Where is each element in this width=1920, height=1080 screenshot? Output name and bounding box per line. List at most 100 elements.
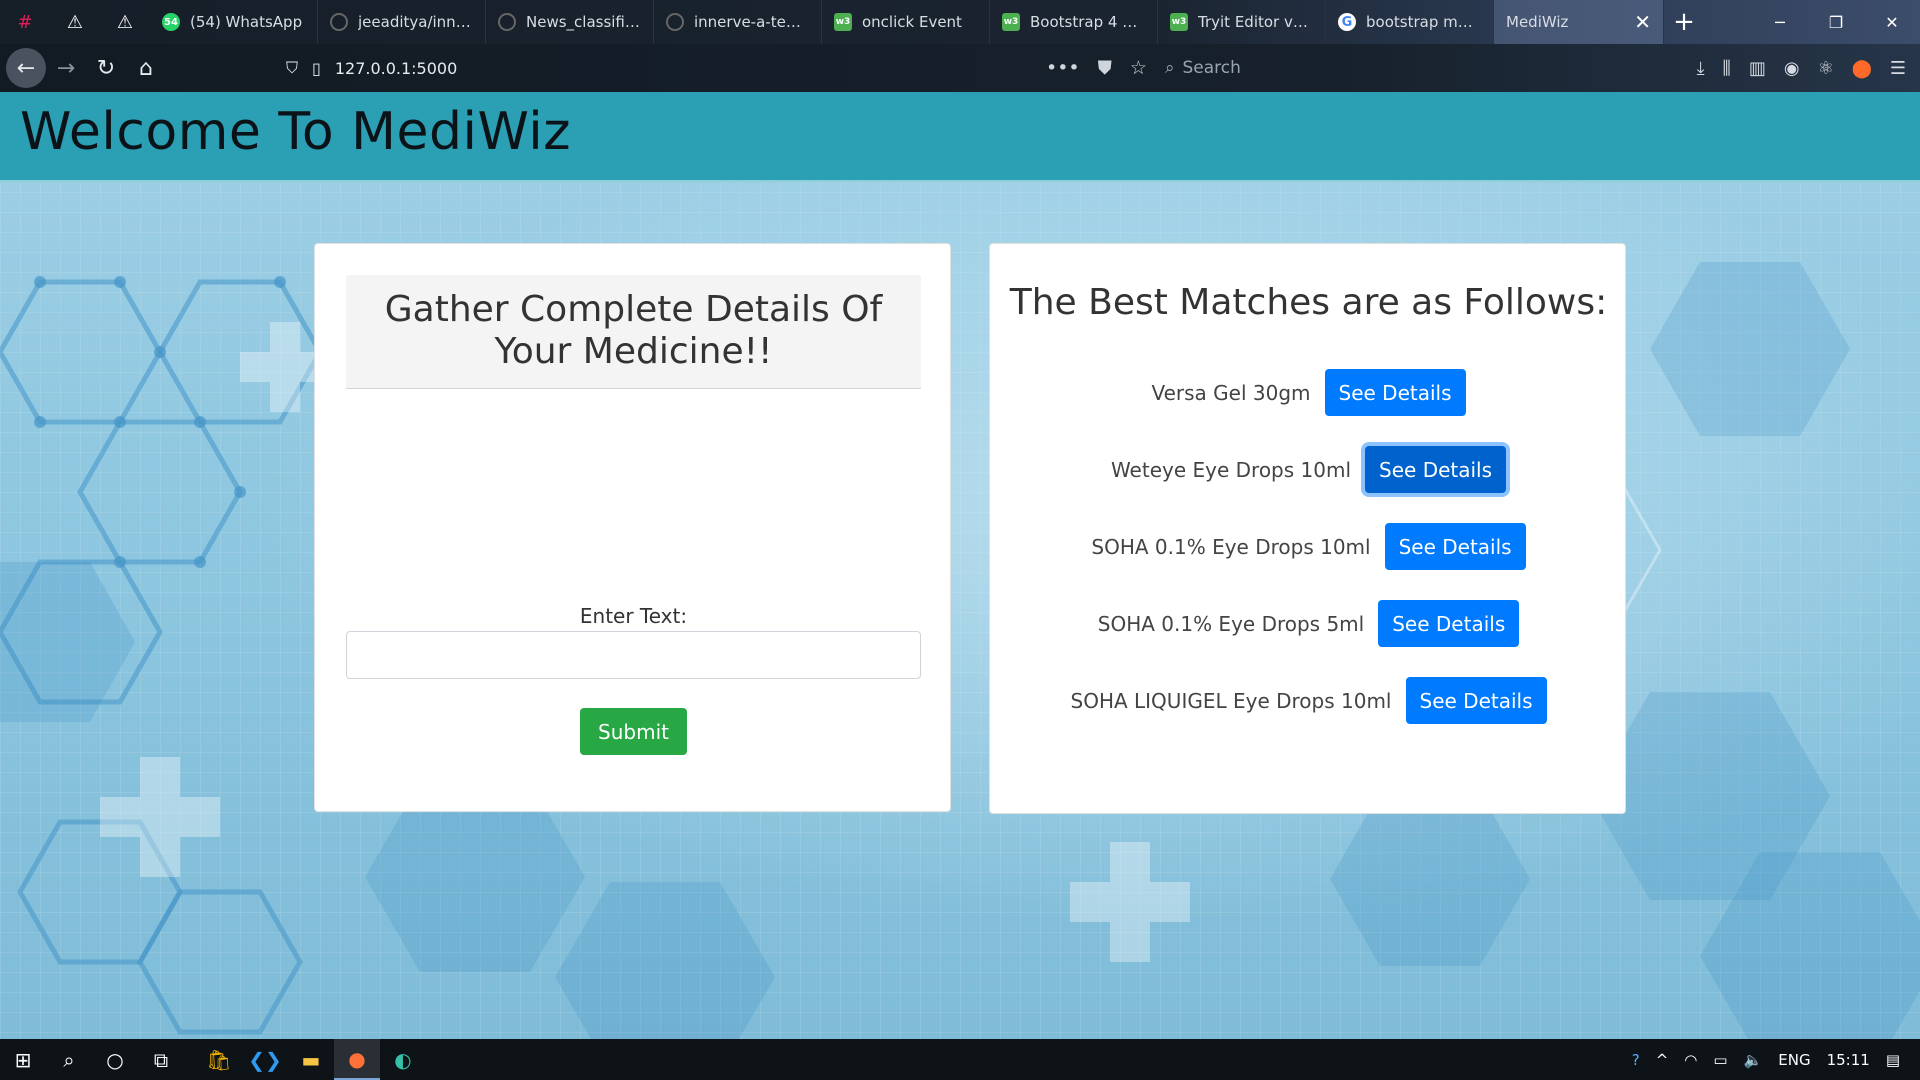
sidebar-icon[interactable]: ▥ (1749, 58, 1766, 79)
tab-label: Bootstrap 4 Mod (1030, 13, 1145, 31)
header-banner: Welcome To MediWiz (0, 92, 1920, 182)
pinned-tab-warning-2[interactable]: ⚠ (100, 0, 150, 44)
submit-button[interactable]: Submit (580, 708, 687, 755)
tab-whatsapp[interactable]: 54 (54) WhatsApp (150, 0, 318, 44)
window-controls: ─ ❐ ✕ (1752, 0, 1920, 44)
react-devtools-icon[interactable]: ⚛ (1818, 58, 1834, 79)
search-placeholder: Search (1182, 58, 1241, 78)
notifications-icon[interactable]: ▤ (1886, 1051, 1900, 1069)
github-icon (330, 13, 348, 31)
w3schools-icon: w3 (1170, 13, 1188, 31)
extension-icon[interactable]: ⬤ (1852, 58, 1872, 79)
home-icon: ⌂ (139, 55, 153, 81)
url-text: 127.0.0.1:5000 (334, 58, 458, 78)
battery-icon[interactable]: ▭ (1713, 1051, 1727, 1069)
see-details-button[interactable]: See Details (1324, 369, 1466, 416)
address-bar[interactable]: ⛉ ▯ 127.0.0.1:5000 (286, 50, 1046, 86)
bookmark-star-icon[interactable]: ☆ (1130, 57, 1147, 79)
chevron-up-icon[interactable]: ^ (1656, 1051, 1669, 1069)
medicine-name: Weteye Eye Drops 10ml (1110, 457, 1352, 482)
library-icon[interactable]: ⫼ (1723, 58, 1731, 79)
edge-icon: ◐ (394, 1047, 412, 1072)
cortana-icon: ○ (106, 1047, 124, 1072)
close-tab-icon[interactable]: ✕ (1634, 10, 1651, 34)
background-hexagons (0, 262, 1920, 1039)
wifi-icon[interactable]: ◠ (1684, 1051, 1697, 1069)
search-card-header: Gather Complete Details Of Your Medicine… (346, 275, 921, 389)
tab-onclick-event[interactable]: w3 onclick Event (822, 0, 990, 44)
see-details-button[interactable]: See Details (1405, 677, 1547, 724)
store-app[interactable]: 🛍 (196, 1039, 242, 1080)
tab-tryit-editor[interactable]: w3 Tryit Editor v3.6 (1158, 0, 1326, 44)
task-view-button[interactable]: ⧉ (138, 1039, 184, 1080)
pinned-tab-slack[interactable]: # (0, 0, 50, 44)
tab-github-innerve[interactable]: jeeaditya/innerve (318, 0, 486, 44)
close-window-button[interactable]: ✕ (1864, 0, 1920, 44)
edge-app[interactable]: ◐ (380, 1039, 426, 1080)
forward-button[interactable]: → (46, 48, 86, 88)
search-icon: ⌕ (1164, 58, 1175, 78)
tab-label: onclick Event (862, 13, 962, 31)
tab-bootstrap-modal-google[interactable]: G bootstrap modal (1326, 0, 1494, 44)
tab-bootstrap-modal-w3[interactable]: w3 Bootstrap 4 Mod (990, 0, 1158, 44)
reload-button[interactable]: ↻ (86, 48, 126, 88)
vscode-app[interactable]: ❮❯ (242, 1039, 288, 1080)
medicine-text-input[interactable] (346, 631, 921, 679)
page-viewport: Welcome To MediWiz Gather Complete Detai… (0, 92, 1920, 1039)
cortana-button[interactable]: ○ (92, 1039, 138, 1080)
github-icon (666, 13, 684, 31)
medicine-name: Versa Gel 30gm (1151, 380, 1311, 405)
clock[interactable]: 15:11 (1827, 1051, 1870, 1069)
help-icon[interactable]: ? (1632, 1051, 1640, 1069)
tab-label: MediWiz (1506, 13, 1569, 31)
tab-innerve-a-team[interactable]: innerve-a-team/n (654, 0, 822, 44)
pinned-tab-warning-1[interactable]: ⚠ (50, 0, 100, 44)
home-button[interactable]: ⌂ (126, 48, 166, 88)
w3schools-icon: w3 (1002, 13, 1020, 31)
more-actions-icon[interactable]: ••• (1046, 57, 1080, 79)
see-details-button[interactable]: See Details (1365, 446, 1507, 493)
menu-icon[interactable]: ☰ (1890, 58, 1906, 79)
search-field[interactable]: ⌕ Search (1155, 50, 1595, 86)
shield-icon: ⛉ (286, 58, 299, 77)
see-details-button[interactable]: See Details (1378, 600, 1520, 647)
google-icon: G (1338, 13, 1356, 31)
medicine-name: SOHA LIQUIGEL Eye Drops 10ml (1070, 688, 1392, 713)
windows-taskbar: ⊞ ⌕ ○ ⧉ 🛍 ❮❯ ▬ ● ◐ ? ^ ◠ ▭ 🔈 ENG 15:11 ▤ (0, 1039, 1920, 1080)
volume-icon[interactable]: 🔈 (1744, 1051, 1763, 1069)
task-view-icon: ⧉ (153, 1047, 169, 1072)
firefox-app[interactable]: ● (334, 1039, 380, 1080)
vscode-icon: ❮❯ (248, 1047, 282, 1072)
back-button[interactable]: ← (6, 48, 46, 88)
enter-text-label: Enter Text: (579, 604, 688, 628)
account-icon[interactable]: ◉ (1784, 58, 1800, 79)
tab-label: (54) WhatsApp (190, 13, 303, 31)
store-icon: 🛍 (206, 1047, 232, 1072)
see-details-button[interactable]: See Details (1384, 523, 1526, 570)
whatsapp-icon: 54 (162, 13, 180, 31)
new-tab-button[interactable]: + (1664, 7, 1704, 37)
download-icon[interactable]: ⤓ (1697, 58, 1705, 79)
pocket-icon[interactable]: ⛊ (1098, 57, 1112, 79)
tab-mediwiz[interactable]: MediWiz ✕ (1494, 0, 1664, 44)
language-indicator[interactable]: ENG (1778, 1051, 1810, 1069)
search-button[interactable]: ⌕ (46, 1039, 92, 1080)
match-row: SOHA 0.1% Eye Drops 10ml See Details (990, 523, 1627, 570)
folder-icon: ▬ (301, 1047, 321, 1072)
file-explorer-app[interactable]: ▬ (288, 1039, 334, 1080)
page-icon: ▯ (312, 58, 321, 78)
search-icon: ⌕ (63, 1047, 75, 1072)
start-button[interactable]: ⊞ (0, 1039, 46, 1080)
warning-icon: ⚠ (116, 11, 134, 33)
minimize-button[interactable]: ─ (1752, 0, 1808, 44)
firefox-icon: ● (348, 1046, 366, 1071)
match-row: SOHA 0.1% Eye Drops 5ml See Details (990, 600, 1627, 647)
browser-tab-strip: # ⚠ ⚠ 54 (54) WhatsApp jeeaditya/innerve… (0, 0, 1920, 44)
match-row: Weteye Eye Drops 10ml See Details (990, 446, 1627, 493)
tab-news-classifier[interactable]: News_classifier_A (486, 0, 654, 44)
restore-button[interactable]: ❐ (1808, 0, 1864, 44)
tab-label: jeeaditya/innerve (358, 13, 473, 31)
w3schools-icon: w3 (834, 13, 852, 31)
slack-icon: # (17, 11, 33, 33)
matches-card: The Best Matches are as Follows: Versa G… (989, 243, 1626, 814)
